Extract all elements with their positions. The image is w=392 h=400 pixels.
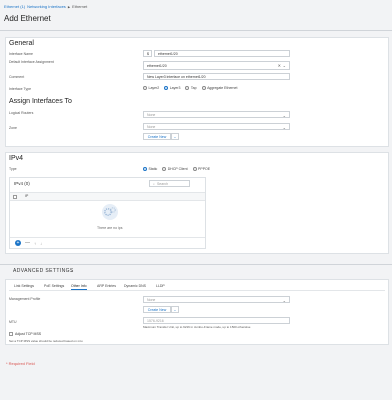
ipv4-table-title: IPv4 (0) [14,181,30,186]
ipv4-search-input[interactable]: ⌕ Search [149,180,190,187]
required-note: * Required Field [6,361,35,366]
logical-router-select[interactable]: None ⌄ [143,111,290,118]
comment-label: Comment [9,75,25,79]
breadcrumb-link[interactable]: Ethernet (1) [4,4,25,9]
adjust-tcp-label: Adjust TCP MSS [15,332,42,336]
mtu-help: Maximum Transfer Unit, up to 9216 in Jum… [143,325,251,329]
move-down-icon[interactable]: ↓ [40,241,42,246]
page-title: Add Ethernet [4,14,51,23]
assign-title: Assign Interfaces To [9,98,72,105]
tab-lldp[interactable]: LLDP [156,284,165,288]
advanced-divider [0,264,392,265]
tabs-underline [9,290,385,291]
chevron-down-icon[interactable]: ⌄ [283,63,286,68]
adjust-tcp-checkbox[interactable] [9,332,13,336]
breadcrumb-current: Ethernet [72,4,88,9]
select-all-checkbox[interactable] [13,195,17,199]
table-toolbar: + — ↑ ↓ [10,237,205,248]
ipv4-type-label: Type [9,167,17,171]
ipv4-type-radios: Static DHCP Client PPPOE [143,167,215,171]
interface-name-input[interactable]: ethernet1/20 [154,50,290,57]
radio-tap[interactable]: Tap [185,86,197,90]
divider [0,30,392,31]
chevron-down-icon[interactable]: ⌄ [171,133,179,140]
interface-name-prefix: $ [143,50,152,57]
advanced-title[interactable]: ADVANCED SETTINGS [13,268,74,274]
mtu-label: MTU [9,320,17,324]
remove-icon[interactable]: — [25,240,30,246]
mgmt-profile-select[interactable]: None ⌄ [143,296,290,303]
interface-type-radios: Layer2 Layer3 Tap Aggregate Ethernet [143,86,242,90]
table-header-row [10,192,205,201]
radio-aggregate-ethernet[interactable]: Aggregate Ethernet [201,86,237,90]
create-new-zone-button[interactable]: Create New [143,133,171,140]
adjust-tcp-help: Set a TCP MSS value should be reduced ba… [9,339,83,343]
zone-label: Zone [9,126,17,130]
logical-router-label: Logical Routers [9,111,34,115]
comment-input[interactable]: New Layer3 interface on ethernet1/20 [143,73,290,80]
expand-chevron-icon[interactable]: ⌄ [70,268,74,274]
chevron-down-icon: ⌄ [282,298,286,303]
add-icon[interactable]: + [15,240,21,246]
breadcrumb: Ethernet (1) Networking Interfaces ▶ Eth… [4,4,87,9]
mgmt-profile-label: Management Profile [9,297,41,301]
tab-dynamic-dns[interactable]: Dynamic DNS [124,284,146,288]
radio-dhcp-client[interactable]: DHCP Client [162,167,188,171]
tab-poe-settings[interactable]: PoE Settings [44,284,64,288]
mtu-input[interactable]: 1576-9216 [143,317,290,324]
radio-pppoe[interactable]: PPPOE [192,167,210,171]
clear-icon[interactable]: ✕ [278,63,281,68]
radio-layer3[interactable]: Layer3 [164,86,180,90]
empty-gears-icon [102,204,118,220]
ipv4-title: IPv4 [9,155,24,162]
interface-name-label: Interface Name [9,52,33,56]
chevron-down-icon: ⌄ [282,125,286,130]
interface-type-label: Interface Type [9,87,32,91]
radio-layer2[interactable]: Layer2 [143,86,159,90]
breadcrumb-networking[interactable]: Networking Interfaces [27,4,66,9]
empty-message: There are no ips [97,226,123,230]
create-new-profile-button[interactable]: Create New [143,306,171,313]
chevron-down-icon[interactable]: ⌄ [171,306,179,313]
default-assignment-select[interactable]: ethernet1/20 ✕ ⌄ [143,61,290,70]
ip-column-header: IP [25,194,29,198]
breadcrumb-separator-icon: ▶ [67,4,71,9]
tab-arp-entries[interactable]: ARP Entries [97,284,116,288]
search-icon: ⌕ [153,181,155,186]
default-assignment-label: Default Interface Assignment [9,60,54,64]
move-up-icon[interactable]: ↑ [34,241,36,246]
advanced-panel [5,279,389,345]
tab-link-settings[interactable]: Link Settings [14,284,34,288]
zone-select[interactable]: None ⌄ [143,123,290,130]
chevron-down-icon: ⌄ [282,113,286,118]
general-title: General [9,40,34,47]
radio-static[interactable]: Static [143,167,157,171]
